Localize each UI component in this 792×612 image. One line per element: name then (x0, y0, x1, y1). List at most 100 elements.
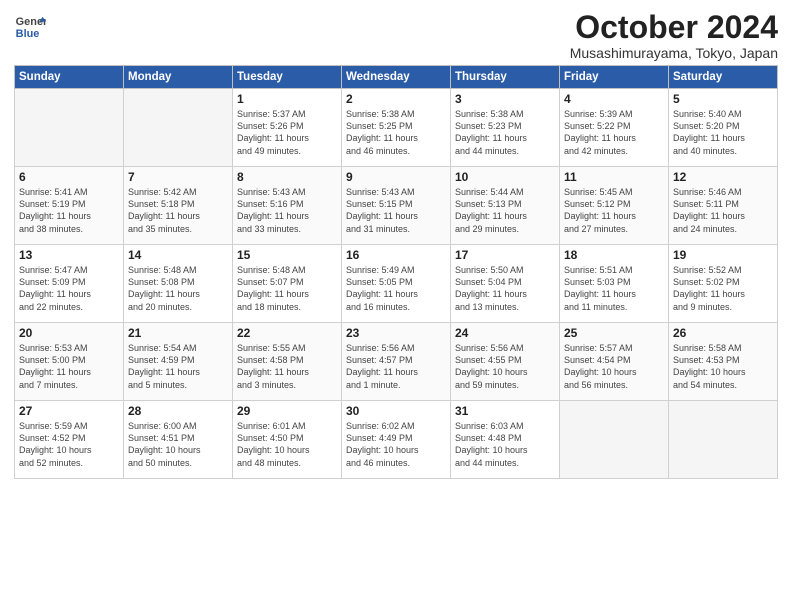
day-info: Sunrise: 5:44 AM Sunset: 5:13 PM Dayligh… (455, 186, 555, 235)
calendar-day-cell: 5Sunrise: 5:40 AM Sunset: 5:20 PM Daylig… (669, 89, 778, 167)
day-info: Sunrise: 5:38 AM Sunset: 5:23 PM Dayligh… (455, 108, 555, 157)
calendar-day-cell: 15Sunrise: 5:48 AM Sunset: 5:07 PM Dayli… (233, 245, 342, 323)
calendar-day-cell: 23 Sunrise: 5:56 AM Sunset: 4:57 PM Dayli… (342, 323, 451, 401)
day-number: 6 (19, 170, 119, 184)
day-number: 16 (346, 248, 446, 262)
day-number: 22 (237, 326, 337, 340)
page-container: General Blue October 2024 Musashimurayam… (0, 0, 792, 487)
day-number: 21 (128, 326, 228, 340)
calendar-day-cell: 26Sunrise: 5:58 AM Sunset: 4:53 PM Dayli… (669, 323, 778, 401)
calendar-day-cell: 17 Sunrise: 5:50 AM Sunset: 5:04 PM Dayli… (451, 245, 560, 323)
day-number: 30 (346, 404, 446, 418)
calendar-table: SundayMondayTuesdayWednesdayThursdayFrid… (14, 65, 778, 479)
calendar-day-cell: 22Sunrise: 5:55 AM Sunset: 4:58 PM Dayli… (233, 323, 342, 401)
day-number: 18 (564, 248, 664, 262)
calendar-day-cell: 16 Sunrise: 5:49 AM Sunset: 5:05 PM Dayli… (342, 245, 451, 323)
day-number: 31 (455, 404, 555, 418)
calendar-day-cell: 7 Sunrise: 5:42 AM Sunset: 5:18 PM Daylig… (124, 167, 233, 245)
day-info: Sunrise: 6:03 AM Sunset: 4:48 PM Dayligh… (455, 420, 555, 469)
day-info: Sunrise: 5:37 AM Sunset: 5:26 PM Dayligh… (237, 108, 337, 157)
calendar-day-cell: 21 Sunrise: 5:54 AM Sunset: 4:59 PM Dayli… (124, 323, 233, 401)
day-info: Sunrise: 5:50 AM Sunset: 5:04 PM Dayligh… (455, 264, 555, 313)
day-number: 28 (128, 404, 228, 418)
calendar-day-cell: 13 Sunrise: 5:47 AM Sunset: 5:09 PM Dayli… (15, 245, 124, 323)
logo: General Blue (14, 10, 48, 42)
calendar-day-cell: 18Sunrise: 5:51 AM Sunset: 5:03 PM Dayli… (560, 245, 669, 323)
calendar-week-row: 6 Sunrise: 5:41 AM Sunset: 5:19 PM Daylig… (15, 167, 778, 245)
calendar-day-cell: 9Sunrise: 5:43 AM Sunset: 5:15 PM Daylig… (342, 167, 451, 245)
calendar-day-cell: 31 Sunrise: 6:03 AM Sunset: 4:48 PM Dayli… (451, 401, 560, 479)
day-number: 24 (455, 326, 555, 340)
weekday-header-cell: Wednesday (342, 66, 451, 89)
day-number: 3 (455, 92, 555, 106)
day-number: 17 (455, 248, 555, 262)
title-block: October 2024 Musashimurayama, Tokyo, Jap… (570, 10, 778, 61)
day-number: 11 (564, 170, 664, 184)
calendar-day-cell: 10 Sunrise: 5:44 AM Sunset: 5:13 PM Dayli… (451, 167, 560, 245)
day-number: 4 (564, 92, 664, 106)
calendar-body: 1 Sunrise: 5:37 AM Sunset: 5:26 PM Daylig… (15, 89, 778, 479)
weekday-header-cell: Monday (124, 66, 233, 89)
calendar-week-row: 27 Sunrise: 5:59 AM Sunset: 4:52 PM Dayli… (15, 401, 778, 479)
day-info: Sunrise: 5:42 AM Sunset: 5:18 PM Dayligh… (128, 186, 228, 235)
svg-text:Blue: Blue (16, 28, 40, 40)
day-info: Sunrise: 5:57 AM Sunset: 4:54 PM Dayligh… (564, 342, 664, 391)
day-number: 13 (19, 248, 119, 262)
calendar-day-cell: 12Sunrise: 5:46 AM Sunset: 5:11 PM Dayli… (669, 167, 778, 245)
calendar-day-cell: 2Sunrise: 5:38 AM Sunset: 5:25 PM Daylig… (342, 89, 451, 167)
day-number: 23 (346, 326, 446, 340)
day-number: 1 (237, 92, 337, 106)
day-info: Sunrise: 6:02 AM Sunset: 4:49 PM Dayligh… (346, 420, 446, 469)
day-info: Sunrise: 6:00 AM Sunset: 4:51 PM Dayligh… (128, 420, 228, 469)
day-info: Sunrise: 5:47 AM Sunset: 5:09 PM Dayligh… (19, 264, 119, 313)
day-info: Sunrise: 5:52 AM Sunset: 5:02 PM Dayligh… (673, 264, 773, 313)
calendar-day-cell (669, 401, 778, 479)
day-info: Sunrise: 5:54 AM Sunset: 4:59 PM Dayligh… (128, 342, 228, 391)
weekday-header-cell: Tuesday (233, 66, 342, 89)
day-number: 29 (237, 404, 337, 418)
day-info: Sunrise: 5:48 AM Sunset: 5:07 PM Dayligh… (237, 264, 337, 313)
day-info: Sunrise: 5:48 AM Sunset: 5:08 PM Dayligh… (128, 264, 228, 313)
svg-text:General: General (16, 16, 46, 28)
day-number: 2 (346, 92, 446, 106)
weekday-header-cell: Saturday (669, 66, 778, 89)
calendar-week-row: 20 Sunrise: 5:53 AM Sunset: 5:00 PM Dayli… (15, 323, 778, 401)
day-number: 27 (19, 404, 119, 418)
calendar-day-cell: 6 Sunrise: 5:41 AM Sunset: 5:19 PM Daylig… (15, 167, 124, 245)
day-number: 25 (564, 326, 664, 340)
day-info: Sunrise: 5:49 AM Sunset: 5:05 PM Dayligh… (346, 264, 446, 313)
day-number: 5 (673, 92, 773, 106)
day-number: 10 (455, 170, 555, 184)
weekday-header-cell: Sunday (15, 66, 124, 89)
calendar-day-cell: 29 Sunrise: 6:01 AM Sunset: 4:50 PM Dayli… (233, 401, 342, 479)
weekday-header-cell: Thursday (451, 66, 560, 89)
day-number: 7 (128, 170, 228, 184)
day-info: Sunrise: 6:01 AM Sunset: 4:50 PM Dayligh… (237, 420, 337, 469)
calendar-week-row: 13 Sunrise: 5:47 AM Sunset: 5:09 PM Dayli… (15, 245, 778, 323)
day-info: Sunrise: 5:56 AM Sunset: 4:55 PM Dayligh… (455, 342, 555, 391)
calendar-day-cell: 28 Sunrise: 6:00 AM Sunset: 4:51 PM Dayli… (124, 401, 233, 479)
day-info: Sunrise: 5:39 AM Sunset: 5:22 PM Dayligh… (564, 108, 664, 157)
calendar-day-cell: 27 Sunrise: 5:59 AM Sunset: 4:52 PM Dayli… (15, 401, 124, 479)
calendar-day-cell: 25 Sunrise: 5:57 AM Sunset: 4:54 PM Dayli… (560, 323, 669, 401)
day-info: Sunrise: 5:53 AM Sunset: 5:00 PM Dayligh… (19, 342, 119, 391)
calendar-week-row: 1 Sunrise: 5:37 AM Sunset: 5:26 PM Daylig… (15, 89, 778, 167)
header: General Blue October 2024 Musashimurayam… (14, 10, 778, 61)
calendar-day-cell: 8Sunrise: 5:43 AM Sunset: 5:16 PM Daylig… (233, 167, 342, 245)
day-number: 26 (673, 326, 773, 340)
calendar-day-cell (15, 89, 124, 167)
calendar-day-cell (124, 89, 233, 167)
day-info: Sunrise: 5:46 AM Sunset: 5:11 PM Dayligh… (673, 186, 773, 235)
calendar-day-cell (560, 401, 669, 479)
weekday-header-row: SundayMondayTuesdayWednesdayThursdayFrid… (15, 66, 778, 89)
location: Musashimurayama, Tokyo, Japan (570, 45, 778, 61)
day-number: 9 (346, 170, 446, 184)
day-number: 14 (128, 248, 228, 262)
day-info: Sunrise: 5:41 AM Sunset: 5:19 PM Dayligh… (19, 186, 119, 235)
calendar-day-cell: 30 Sunrise: 6:02 AM Sunset: 4:49 PM Dayli… (342, 401, 451, 479)
logo-icon: General Blue (14, 10, 46, 42)
calendar-day-cell: 4 Sunrise: 5:39 AM Sunset: 5:22 PM Daylig… (560, 89, 669, 167)
day-number: 20 (19, 326, 119, 340)
day-info: Sunrise: 5:59 AM Sunset: 4:52 PM Dayligh… (19, 420, 119, 469)
day-info: Sunrise: 5:56 AM Sunset: 4:57 PM Dayligh… (346, 342, 446, 391)
